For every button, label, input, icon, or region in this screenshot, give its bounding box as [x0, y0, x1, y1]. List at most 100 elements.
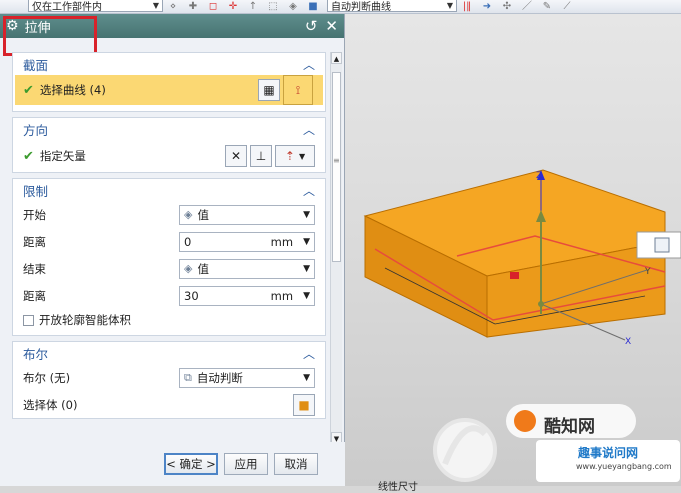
ok-button[interactable]: < 确定 > [164, 453, 218, 475]
crosshair-icon[interactable]: ✛ [226, 1, 240, 13]
direction-group-title: 方向 [23, 122, 49, 138]
dialog-scrollbar[interactable]: ▲ ≡ ▼ [330, 52, 342, 444]
watermark-brand: 酷知网 [544, 417, 595, 437]
open-profile-label: 开放轮廓智能体积 [39, 313, 131, 327]
limits-group: 限制 ︿ 开始 ◈ 值 ▼ 距离 0 mm ▼ 结束 ◈ 值 ▼ 距离 30 m… [12, 178, 326, 336]
gear-icon[interactable]: ⚙ [6, 18, 19, 34]
line-icon[interactable]: ／ [520, 1, 534, 13]
open-profile-row[interactable]: 开放轮廓智能体积 [13, 309, 325, 331]
reverse-direction-icon: ✕ [230, 149, 242, 163]
dialog-title: 拉伸 [24, 20, 51, 36]
solid-cube-icon[interactable]: ■ [306, 1, 320, 13]
solid-body-icon: ■ [298, 397, 310, 412]
boolean-row: 布尔 (无) ⧉ 自动判断 ▼ [13, 364, 325, 391]
open-profile-checkbox[interactable] [23, 314, 34, 326]
chevron-down-icon: ▼ [446, 0, 453, 10]
boolean-group: 布尔 ︿ 布尔 (无) ⧉ 自动判断 ▼ 选择体 (0) ■ [12, 341, 326, 419]
point-icon[interactable]: ✚ [186, 1, 200, 13]
start-row: 开始 ◈ 值 ▼ [13, 201, 325, 228]
boolean-label: 布尔 (无) [23, 370, 71, 385]
start-distance-input[interactable]: 0 mm ▼ [179, 231, 315, 252]
start-distance-value: 0 [184, 234, 192, 249]
sketch-marker [510, 272, 519, 279]
section-group-header[interactable]: 截面 ︿ [13, 53, 325, 75]
cube-icon: ◈ [184, 208, 193, 221]
x-axis-label: X [625, 337, 631, 347]
cancel-button[interactable]: 取消 [274, 453, 318, 475]
boolean-select[interactable]: ⧉ 自动判断 ▼ [179, 367, 315, 388]
scroll-thumb[interactable] [332, 72, 341, 262]
snap-icon[interactable]: ⋄ [166, 1, 180, 13]
chevron-down-icon: ▼ [298, 151, 306, 161]
feature-curves-icon[interactable]: ✣ [500, 1, 514, 13]
vector-dialog-button[interactable]: ⊥ [250, 145, 272, 167]
arrow-icon[interactable]: ↑ [246, 1, 260, 13]
boolean-group-title: 布尔 [23, 346, 49, 362]
reverse-direction-button[interactable]: ✕ [225, 145, 247, 167]
chevron-up-icon[interactable]: ︿ [303, 182, 315, 199]
boolean-group-header[interactable]: 布尔 ︿ [13, 342, 325, 364]
chevron-up-icon[interactable]: ︿ [303, 345, 315, 362]
checkmark-icon: ✔ [23, 148, 34, 164]
section-group: 截面 ︿ ✔ 选择曲线 (4) ▦ ⟟ [12, 52, 326, 112]
reset-icon[interactable]: ↺ [305, 17, 318, 35]
select-icon[interactable]: ◻ [206, 1, 220, 13]
sketch-section-button[interactable]: ▦ [258, 79, 280, 101]
watermark-site: www.yueyangbang.com [576, 462, 672, 471]
chevron-down-icon[interactable]: ▼ [303, 291, 310, 301]
start-type-value: 值 [197, 207, 209, 222]
start-distance-unit: mm [270, 234, 294, 249]
boolean-value: 自动判断 [196, 370, 243, 385]
chevron-down-icon[interactable]: ▼ [303, 237, 310, 247]
pen-icon[interactable]: ✎ [540, 1, 554, 13]
select-body-label: 选择体 (0) [23, 397, 78, 412]
end-row: 结束 ◈ 值 ▼ [13, 255, 325, 282]
limits-group-header[interactable]: 限制 ︿ [13, 179, 325, 201]
selection-filter-value: 仅在工作部件内 [32, 1, 102, 13]
curve-button[interactable]: ⟟ [283, 75, 313, 105]
end-label: 结束 [23, 261, 46, 276]
section-group-title: 截面 [23, 57, 49, 73]
chevron-up-icon[interactable]: ︿ [303, 56, 315, 73]
end-distance-input[interactable]: 30 mm ▼ [179, 285, 315, 306]
y-axis-label: Y [644, 267, 651, 277]
cube-icon[interactable]: ◈ [286, 1, 300, 13]
checkmark-icon: ✔ [23, 82, 34, 98]
direction-group-header[interactable]: 方向 ︿ [13, 118, 325, 140]
top-toolbar: 仅在工作部件内 ▼ ⋄ ✚ ◻ ✛ ↑ ⬚ ◈ ■ 自动判断曲线 ▼ |‖ ➜ … [0, 0, 681, 14]
boolean-icon: ⧉ [184, 370, 192, 384]
limits-group-title: 限制 [23, 183, 49, 199]
dialog-body: 截面 ︿ ✔ 选择曲线 (4) ▦ ⟟ 方向 ︿ ✔ 指定矢量 ✕ ⊥ ⇡ ▼ … [12, 52, 326, 444]
curve-rule-combo[interactable]: 自动判断曲线 ▼ [327, 0, 457, 13]
watermark-site-cn: 趣事说问网 [578, 446, 639, 460]
angle-icon[interactable]: ⟋ [560, 1, 574, 13]
apply-button[interactable]: 应用 [224, 453, 268, 475]
close-icon[interactable]: ✕ [325, 17, 338, 35]
vector-type-dropdown[interactable]: ⇡ ▼ [275, 145, 315, 167]
end-distance-value: 30 [184, 288, 199, 303]
chevron-down-icon: ▼ [303, 209, 310, 220]
curve-rule-value: 自动判断曲线 [331, 1, 391, 13]
end-distance-label: 距离 [23, 288, 46, 303]
watermark: 酷知网 趣事说问网 www.yueyangbang.com [500, 400, 680, 486]
start-type-select[interactable]: ◈ 值 ▼ [179, 204, 315, 225]
select-body-button[interactable]: ■ [293, 393, 315, 416]
lasso-icon[interactable]: ⬚ [266, 1, 280, 13]
chevron-up-icon[interactable]: ︿ [303, 121, 315, 138]
stop-at-intersection-icon[interactable]: |‖ [460, 1, 474, 13]
select-body-row[interactable]: 选择体 (0) ■ [13, 391, 325, 418]
curve-icon: ⟟ [295, 82, 301, 97]
end-type-select[interactable]: ◈ 值 ▼ [179, 258, 315, 279]
selection-filter-combo[interactable]: 仅在工作部件内 ▼ [28, 0, 163, 13]
direction-group: 方向 ︿ ✔ 指定矢量 ✕ ⊥ ⇡ ▼ [12, 117, 326, 173]
vector-axis-icon: ⇡ [284, 149, 295, 163]
start-label: 开始 [23, 207, 46, 222]
chevron-down-icon: ▼ [152, 0, 159, 10]
sketch-icon: ▦ [263, 83, 275, 97]
specify-vector-row[interactable]: ✔ 指定矢量 ✕ ⊥ ⇡ ▼ [13, 140, 325, 172]
scroll-up-icon[interactable]: ▲ [331, 52, 342, 64]
start-distance-label: 距离 [23, 234, 46, 249]
follow-fillet-icon[interactable]: ➜ [480, 1, 494, 13]
select-curve-row[interactable]: ✔ 选择曲线 (4) ▦ ⟟ [15, 75, 323, 105]
dialog-title-bar[interactable]: ⚙ 拉伸 ↺ ✕ [0, 14, 344, 38]
